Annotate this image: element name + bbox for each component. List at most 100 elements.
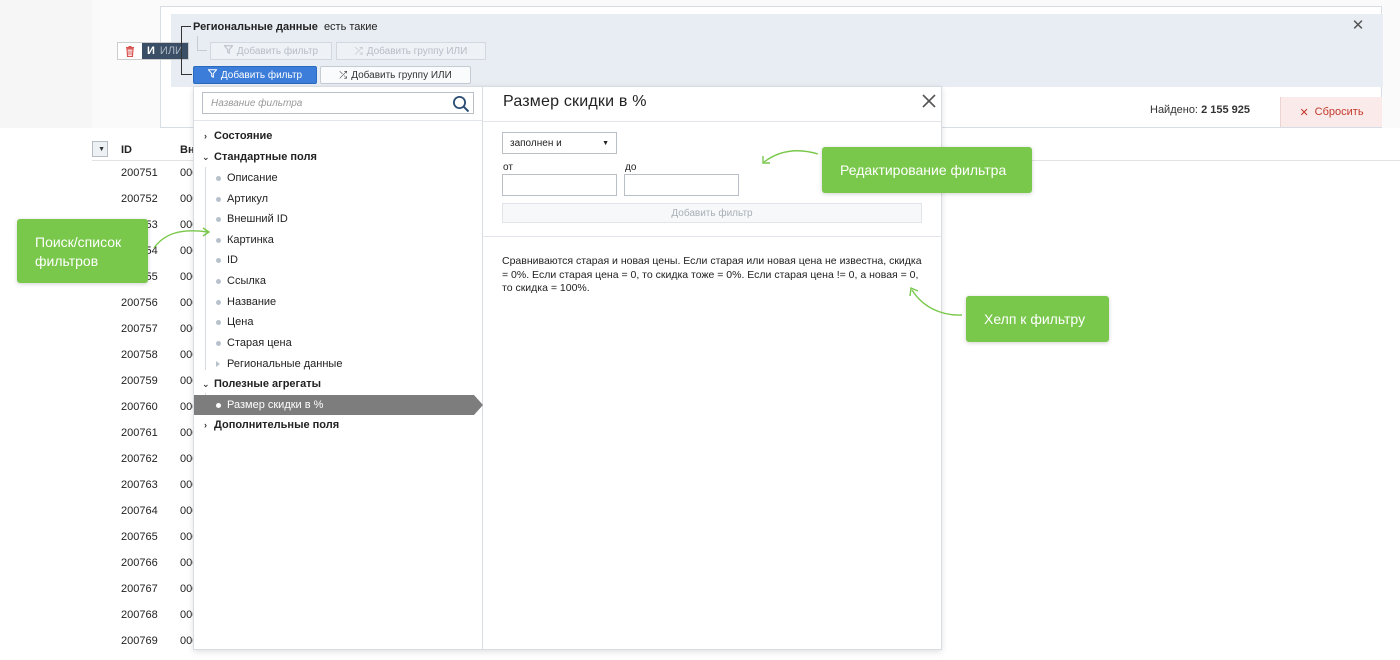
filter-item-discount-size[interactable]: Размер скидки в % [216, 399, 323, 411]
ghost-add-filter-label: Добавить фильтр [236, 45, 319, 57]
and-or-switch[interactable]: И ИЛИ [117, 42, 189, 60]
condition-label[interactable]: Региональные данные есть такие [193, 21, 378, 33]
filter-item-price[interactable]: Цена [216, 316, 253, 328]
filter-search-input[interactable] [211, 97, 447, 109]
callout-search-list: Поиск/список фильтров [17, 219, 148, 283]
table-cell-id: 200760 [121, 401, 158, 413]
table-cell-id: 200764 [121, 505, 158, 517]
group-useful-aggregates[interactable]: ⌄ Полезные агрегаты [202, 378, 321, 390]
funnel-icon [223, 45, 234, 57]
add-group-button[interactable]: ⤮ Добавить группу ИЛИ [320, 66, 471, 84]
delete-group-icon[interactable] [118, 43, 142, 59]
tree-connector [181, 74, 192, 75]
filter-item-name[interactable]: Название [216, 296, 276, 308]
expand-triangle-icon [216, 361, 220, 367]
bullet-icon [216, 216, 221, 222]
caret-down-icon: ▼ [602, 139, 609, 147]
or-toggle[interactable]: ИЛИ [159, 43, 188, 59]
filter-item-label: Описание [227, 172, 278, 184]
filter-item-label: Цена [227, 316, 254, 328]
bullet-icon [216, 278, 221, 284]
filter-item-link[interactable]: Ссылка [216, 275, 266, 287]
funnel-icon [207, 69, 218, 81]
help-divider [483, 236, 941, 237]
arrow-icon [153, 227, 211, 249]
close-icon[interactable] [920, 92, 938, 110]
group-state[interactable]: › Состояние [202, 130, 272, 142]
to-label: до [625, 162, 637, 173]
search-divider [194, 120, 482, 121]
filter-item-label: ID [227, 254, 238, 266]
filter-item-id[interactable]: ID [216, 254, 238, 266]
column-select-dropdown[interactable]: ▼ [92, 141, 108, 157]
callout-line: Поиск/список [35, 234, 122, 250]
bullet-icon [216, 299, 221, 305]
filter-item-sku[interactable]: Артикул [216, 193, 268, 205]
editor-divider [483, 121, 941, 122]
apply-filter-button[interactable]: Добавить фильтр [502, 203, 922, 223]
table-cell-id: 200769 [121, 635, 158, 647]
bullet-icon [216, 196, 221, 202]
table-cell-id: 200768 [121, 609, 158, 621]
table-cell-id: 200751 [121, 167, 158, 179]
condition-field: Региональные данные [193, 21, 318, 33]
reset-button[interactable]: ✕ Сбросить [1280, 97, 1382, 127]
search-icon[interactable] [452, 95, 470, 113]
callout-line: фильтров [35, 253, 99, 269]
filter-item-picture[interactable]: Картинка [216, 234, 274, 246]
group-standard-fields[interactable]: ⌄ Стандартные поля [202, 151, 317, 163]
filter-item-regional-data[interactable]: Региональные данные [216, 358, 342, 370]
column-header-id[interactable]: ID [121, 144, 132, 156]
callout-editing: Редактирование фильтра [822, 147, 1032, 193]
table-cell-id: 200752 [121, 193, 158, 205]
builder-close-icon[interactable]: ✕ [1350, 18, 1366, 34]
ghost-add-group-label: Добавить группу ИЛИ [366, 45, 468, 57]
results-count: Найдено: 2 155 925 [1150, 104, 1250, 116]
condition-value: есть такие [323, 21, 378, 33]
selected-row-pointer [474, 395, 483, 415]
group-label: Стандартные поля [214, 151, 317, 163]
group-additional-fields[interactable]: › Дополнительные поля [202, 419, 339, 431]
and-toggle[interactable]: И [142, 43, 160, 59]
filter-item-label: Артикул [227, 193, 269, 205]
filter-help-text: Сравниваются старая и новая цены. Если с… [502, 255, 922, 294]
filter-search-field[interactable] [202, 92, 474, 114]
table-cell-id: 200756 [121, 297, 158, 309]
chevron-down-icon: ⌄ [202, 151, 210, 162]
table-cell-id: 200766 [121, 557, 158, 569]
chevron-right-icon: › [204, 420, 207, 430]
table-cell-id: 200765 [121, 531, 158, 543]
add-filter-button[interactable]: Добавить фильтр [193, 66, 317, 84]
table-cell-id: 200759 [121, 375, 158, 387]
mode-select[interactable]: заполнен и ▼ [502, 132, 617, 154]
ghost-add-group-button[interactable]: ⤮ Добавить группу ИЛИ [336, 42, 486, 60]
tree-guide [205, 167, 206, 370]
group-label: Состояние [214, 130, 273, 142]
bullet-icon [216, 402, 221, 408]
to-input[interactable] [624, 174, 739, 196]
filter-item-label: Картинка [227, 234, 274, 246]
found-count: 2 155 925 [1201, 104, 1250, 116]
filter-item-old-price[interactable]: Старая цена [216, 337, 292, 349]
tree-connector [197, 36, 198, 50]
callout-help: Хелп к фильтру [966, 296, 1109, 342]
found-label: Найдено: [1150, 104, 1198, 116]
bullet-icon [216, 257, 221, 263]
table-cell-id: 200763 [121, 479, 158, 491]
bullet-icon [216, 319, 221, 325]
tree-connector [181, 26, 182, 74]
table-cell-id: 200757 [121, 323, 158, 335]
close-icon: ✕ [1299, 106, 1309, 119]
from-label: от [503, 162, 513, 173]
reset-label: Сбросить [1314, 106, 1364, 118]
from-input[interactable] [502, 174, 617, 196]
bullet-icon [216, 175, 221, 181]
filter-item-label: Внешний ID [227, 213, 288, 225]
table-cell-id: 200762 [121, 453, 158, 465]
editor-title: Размер скидки в % [503, 93, 647, 110]
ghost-add-filter-button[interactable]: Добавить фильтр [210, 42, 332, 60]
chevron-right-icon: › [204, 131, 207, 141]
filter-item-external-id[interactable]: Внешний ID [216, 213, 288, 225]
shuffle-icon: ⤮ [354, 45, 363, 57]
filter-item-description[interactable]: Описание [216, 172, 278, 184]
